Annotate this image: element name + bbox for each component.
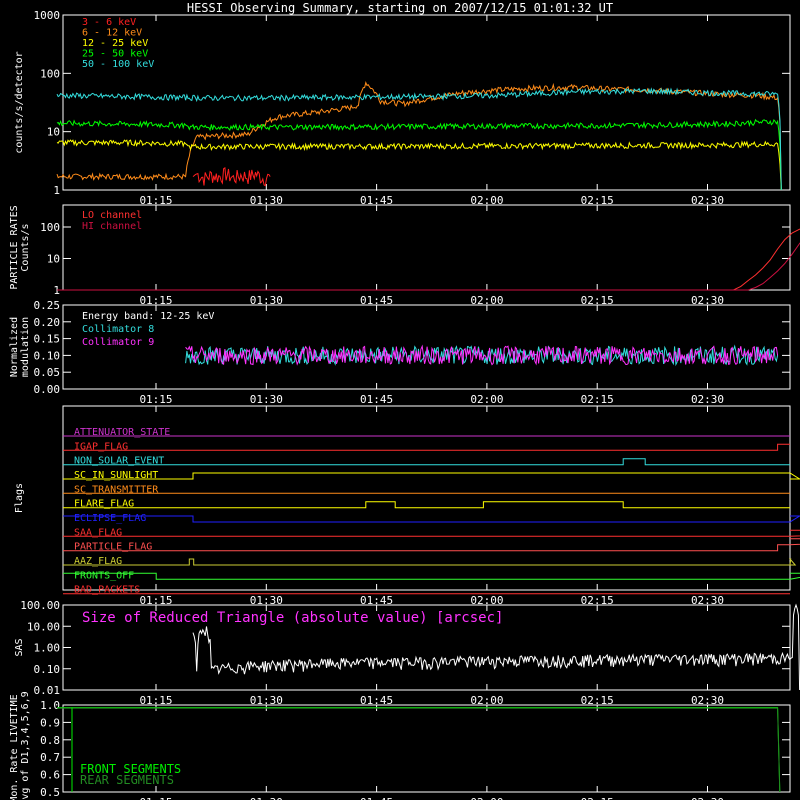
y-tick-label: 10: [47, 126, 60, 139]
x-tick-label: 01:30: [250, 796, 283, 800]
x-tick-label: 02:00: [470, 796, 503, 800]
x-tick-label: 02:30: [691, 393, 724, 406]
flag-label: PARTICLE_FLAG: [74, 542, 152, 553]
y-tick-label: 0.5: [40, 786, 60, 799]
y-axis-label: modulation: [20, 317, 31, 377]
x-tick-label: 01:15: [139, 796, 172, 800]
y-tick-label: 0.25: [34, 299, 61, 312]
legend-entry: 25 - 50 keV: [82, 49, 148, 60]
flag-label: FLARE_FLAG: [74, 499, 134, 510]
y-axis-label: avg of D1,3,4,5,6,9: [20, 691, 31, 800]
y-axis-label: Flags: [14, 483, 25, 513]
y-tick-label: 0.6: [40, 769, 60, 782]
y-axis-label: PARTICLE RATES: [9, 205, 20, 289]
y-tick-label: 1.00: [34, 642, 61, 655]
flag-label: SC_TRANSMITTER: [74, 484, 159, 495]
y-tick-label: 0.7: [40, 751, 60, 764]
x-tick-label: 01:45: [360, 393, 393, 406]
y-tick-label: 10: [47, 253, 60, 266]
legend-entry: 6 - 12 keV: [82, 28, 142, 39]
x-tick-label: 02:30: [691, 796, 724, 800]
x-tick-label: 02:15: [581, 393, 614, 406]
flag-label: FRONTS_OFF: [74, 570, 134, 581]
legend-entry: 50 - 100 keV: [82, 59, 154, 70]
annotation-text: Energy band: 12-25 keV: [82, 311, 214, 322]
x-tick-label: 02:15: [581, 796, 614, 800]
flag-label: NON_SOLAR_EVENT: [74, 456, 164, 467]
legend-entry: Collimator 8: [82, 324, 154, 335]
y-tick-label: 0.05: [34, 366, 61, 379]
y-axis-label: Normalized: [9, 317, 20, 377]
flag-label: IGAP_FLAG: [74, 441, 128, 452]
legend-entry: LO channel: [82, 210, 142, 221]
legend-entry: 3 - 6 keV: [82, 17, 136, 28]
x-tick-label: 02:00: [470, 393, 503, 406]
y-tick-label: 0.00: [34, 383, 61, 396]
y-axis-label: counts/s/detector: [14, 51, 25, 153]
legend-entry: 12 - 25 keV: [82, 38, 148, 49]
flag-label: ECLIPSE_FLAG: [74, 513, 146, 524]
x-tick-label: 01:30: [250, 393, 283, 406]
y-tick-label: 100: [40, 67, 60, 80]
x-tick-label: 01:45: [360, 796, 393, 800]
y-tick-label: 0.10: [34, 349, 61, 362]
legend-entry: REAR SEGMENTS: [80, 773, 174, 787]
y-tick-label: 100.00: [20, 599, 60, 612]
y-tick-label: 1000: [34, 9, 61, 22]
annotation-text: Size of Reduced Triangle (absolute value…: [82, 610, 503, 626]
y-tick-label: 1.0: [40, 699, 60, 712]
y-axis-label: Counts/s: [20, 223, 31, 271]
flag-label: BAD_PACKETS: [74, 585, 140, 596]
flag-label: AAZ_FLAG: [74, 556, 122, 567]
y-tick-label: 0.8: [40, 734, 60, 747]
legend-entry: Collimator 9: [82, 337, 154, 348]
chart-title: HESSI Observing Summary, starting on 200…: [187, 1, 613, 15]
y-tick-label: 1: [53, 184, 60, 197]
y-tick-label: 100: [40, 221, 60, 234]
flag-label: SC_IN_SUNLIGHT: [74, 470, 158, 481]
y-tick-label: 0.9: [40, 716, 60, 729]
y-tick-label: 0.15: [34, 333, 61, 346]
x-tick-label: 01:15: [139, 393, 172, 406]
legend-entry: HI channel: [82, 221, 142, 232]
flag-label: SAA_FLAG: [74, 527, 122, 538]
y-tick-label: 0.10: [34, 663, 61, 676]
y-axis-label: Mon. Rate LIVETIME: [9, 694, 20, 800]
chart-canvas: HESSI Observing Summary, starting on 200…: [0, 0, 800, 800]
y-tick-label: 0.20: [34, 316, 61, 329]
y-tick-label: 0.01: [34, 684, 61, 697]
y-axis-label: SAS: [14, 638, 25, 656]
flag-label: ATTENUATOR_STATE: [74, 427, 170, 438]
y-tick-label: 10.00: [27, 620, 60, 633]
